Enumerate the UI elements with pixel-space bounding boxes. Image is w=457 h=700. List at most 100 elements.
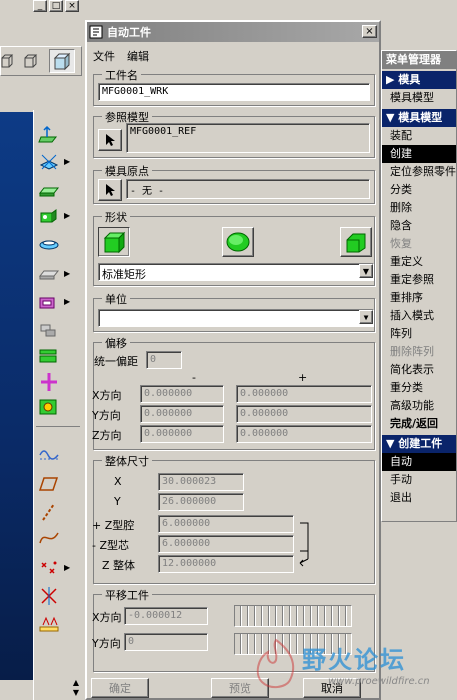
menu-item-create[interactable]: 创建: [382, 145, 456, 163]
shape-box-button[interactable]: [98, 227, 130, 257]
maximize-button[interactable]: □: [49, 0, 63, 12]
graphics-window[interactable]: [0, 112, 33, 680]
toolbar-scroll[interactable]: ▲ ▼: [70, 678, 82, 700]
minimize-button[interactable]: _: [33, 0, 47, 12]
menu-item-exit[interactable]: 退出: [382, 489, 456, 507]
translate-x-label: X方向: [92, 611, 122, 624]
shape-custom-button[interactable]: [340, 227, 372, 257]
unit-select[interactable]: ▼: [98, 309, 374, 327]
offset-x-plus[interactable]: 0.000000: [236, 385, 372, 403]
datum-point-tool[interactable]: ▶: [38, 554, 74, 580]
datum-line-tool[interactable]: [38, 498, 74, 524]
offset-z-plus[interactable]: 0.000000: [236, 425, 372, 443]
menu-item-mold-model[interactable]: 模具模型: [382, 89, 456, 107]
menu-item-reorder[interactable]: 重排序: [382, 289, 456, 307]
size-ztotal-label: Z 整体: [102, 559, 136, 572]
pull-direction-icon: [41, 373, 57, 391]
unit-label: 单位: [102, 291, 130, 307]
menu-item-auto[interactable]: 自动: [382, 453, 456, 471]
menu-item-advanced[interactable]: 高级功能: [382, 397, 456, 415]
cavity-insert-tool[interactable]: [38, 342, 74, 368]
shape-cylinder-button[interactable]: [222, 227, 254, 257]
close-dialog-button[interactable]: ×: [362, 25, 377, 38]
menu-section-mold-model[interactable]: ▼ 模具模型: [382, 109, 456, 127]
menu-item-reclassify[interactable]: 重分类: [382, 379, 456, 397]
menu-item-manual[interactable]: 手动: [382, 471, 456, 489]
workpiece-name-input[interactable]: MFG0001_WRK: [98, 83, 370, 101]
view-box-icon[interactable]: [1, 53, 15, 69]
shape-label: 形状: [102, 209, 130, 225]
menu-item-suppress[interactable]: 隐含: [382, 217, 456, 235]
datum-curve-tool[interactable]: [38, 524, 74, 550]
size-zcavity-field[interactable]: 6.000000: [158, 515, 294, 533]
sketch-curve-tool[interactable]: [38, 440, 74, 466]
menu-item-delete-pattern[interactable]: 删除阵列: [382, 343, 456, 361]
menu-item-resume[interactable]: 恢复: [382, 235, 456, 253]
size-ztotal-field[interactable]: 12.000000: [158, 555, 294, 573]
offset-z-minus[interactable]: 0.000000: [140, 425, 224, 443]
size-zcore-label: - Z型芯: [92, 539, 130, 552]
extrude-tool[interactable]: ▶: [38, 202, 74, 228]
preview-button[interactable]: 预览: [211, 678, 269, 698]
unit-group: 单位 ▼: [93, 291, 375, 332]
size-x-field[interactable]: 30.000023: [158, 473, 244, 491]
translate-x-thumbwheel[interactable]: [234, 605, 352, 627]
menu-item-classify[interactable]: 分类: [382, 181, 456, 199]
menu-item-insert-mode[interactable]: 插入模式: [382, 307, 456, 325]
plane-tool[interactable]: [38, 176, 74, 202]
offset-y-plus[interactable]: 0.000000: [236, 405, 372, 423]
chevron-down-icon[interactable]: ▼: [359, 310, 373, 324]
menu-file[interactable]: 文件: [93, 48, 115, 64]
chevron-right-icon: ▶: [64, 296, 71, 306]
datum-axis-tool[interactable]: ▶: [38, 148, 74, 174]
menu-item-assemble[interactable]: 装配: [382, 127, 456, 145]
select-ref-model-button[interactable]: [98, 129, 122, 151]
cavity-insert-icon: [39, 349, 57, 363]
menu-item-pattern[interactable]: 阵列: [382, 325, 456, 343]
coordinate-system-tool[interactable]: [38, 582, 74, 608]
translate-y-thumbwheel[interactable]: [234, 633, 352, 655]
menu-section-create-workpiece[interactable]: ▼ 创建工件: [382, 435, 456, 453]
menu-edit[interactable]: 编辑: [127, 48, 149, 64]
menu-item-reroute[interactable]: 重定参照: [382, 271, 456, 289]
surface-tool[interactable]: [38, 230, 74, 256]
translate-y-input[interactable]: 0: [124, 633, 208, 651]
feature-toolbar: ▶ ▶ ▶ ▶ ▶ ▲ ▼: [33, 110, 81, 700]
pull-direction-tool[interactable]: [38, 368, 74, 394]
menu-item-simplified-rep[interactable]: 简化表示: [382, 361, 456, 379]
menu-item-done-return[interactable]: 完成/返回: [382, 415, 456, 433]
view-box-icon[interactable]: [23, 53, 39, 69]
mold-volume-tool[interactable]: ▶: [38, 288, 74, 314]
analysis-icon: [39, 616, 59, 632]
translate-x-input[interactable]: -0.000012: [124, 607, 208, 625]
sketch-curve-icon: [39, 450, 59, 460]
shaded-view-icon[interactable]: [49, 49, 75, 73]
menu-item-redefine[interactable]: 重定义: [382, 253, 456, 271]
scroll-down-icon[interactable]: ▼: [70, 688, 82, 698]
size-zcore-field[interactable]: 6.000000: [158, 535, 294, 553]
shell-tool[interactable]: ▶: [38, 260, 74, 286]
sketch-plane-tool[interactable]: [38, 470, 74, 496]
offset-y-minus[interactable]: 0.000000: [140, 405, 224, 423]
analysis-tool[interactable]: [38, 610, 74, 636]
cancel-button[interactable]: 取消: [303, 678, 361, 698]
menu-section-create-workpiece-label: 创建工件: [398, 437, 443, 450]
triangle-down-icon: ▼: [386, 437, 399, 450]
offset-x-minus[interactable]: 0.000000: [140, 385, 224, 403]
datum-plane-tool[interactable]: [38, 122, 74, 148]
uniform-offset-input[interactable]: 0: [146, 351, 182, 369]
shape-select[interactable]: 标准矩形 ▼: [98, 263, 374, 281]
menu-section-mold[interactable]: ▶ 模具: [382, 71, 456, 89]
menu-item-locate-ref[interactable]: 定位参照零件: [382, 163, 456, 181]
menu-item-delete[interactable]: 删除: [382, 199, 456, 217]
select-origin-button[interactable]: [98, 179, 122, 201]
mold-open-tool[interactable]: [38, 394, 74, 420]
split-tool[interactable]: [38, 316, 74, 342]
scroll-up-icon[interactable]: ▲: [70, 678, 82, 688]
chevron-down-icon[interactable]: ▼: [359, 264, 373, 278]
datum-point-icon: [41, 561, 57, 574]
size-y-field[interactable]: 26.000000: [158, 493, 244, 511]
overall-size-label: 整体尺寸: [102, 453, 152, 469]
close-app-button[interactable]: ×: [65, 0, 79, 12]
ok-button[interactable]: 确定: [91, 678, 149, 698]
